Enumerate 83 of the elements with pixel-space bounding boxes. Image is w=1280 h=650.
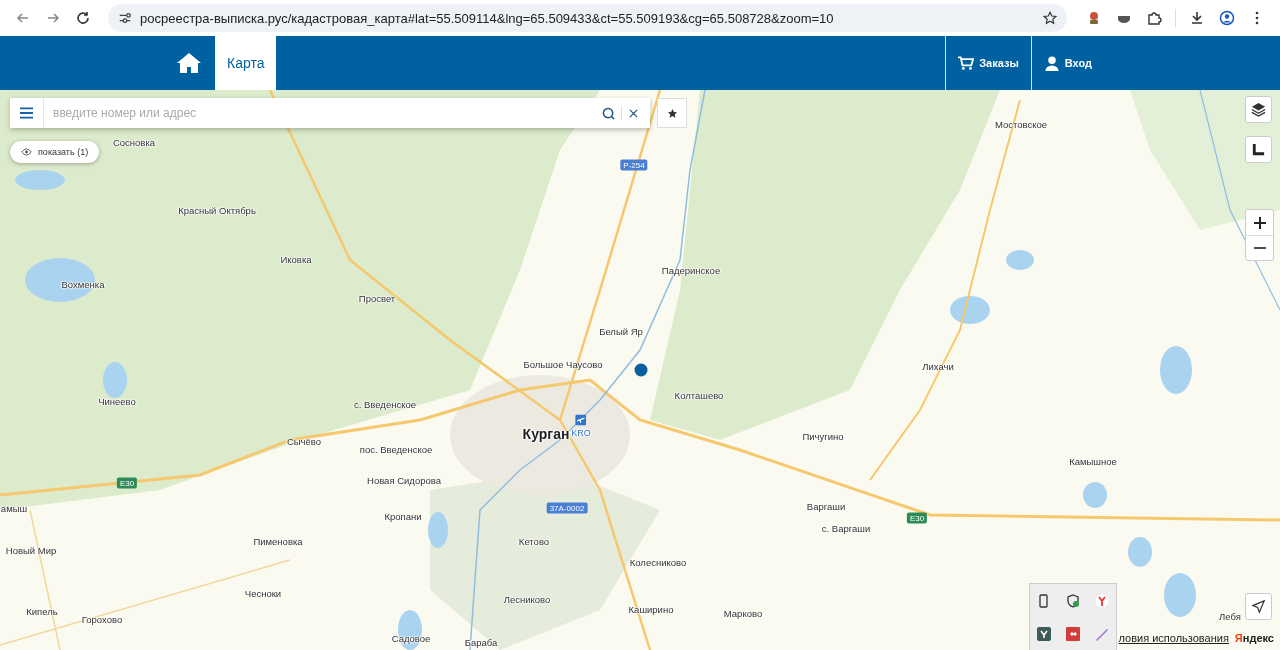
place-label: Новый Мир (5, 544, 57, 556)
place-label: Пичугино (802, 430, 844, 442)
place-label: Сосновка (112, 136, 156, 148)
place-label: с. Введенское (354, 398, 416, 410)
location-marker[interactable] (634, 363, 648, 377)
place-label: Красный Октябрь (178, 204, 256, 216)
place-label: Кетово (518, 535, 550, 547)
place-label: Иковка (280, 253, 312, 265)
plus-icon (1253, 216, 1266, 229)
place-label: Колесниково (629, 556, 687, 568)
place-label: Лесниково (503, 593, 551, 605)
pen-icon[interactable] (1094, 627, 1109, 642)
place-label: Камышное (1069, 455, 1117, 467)
messenger-icon[interactable] (1037, 627, 1052, 642)
search-bar[interactable]: введите номер или адрес (10, 98, 650, 128)
bookmark-star-icon[interactable] (1043, 11, 1057, 25)
place-label: KRO (571, 414, 591, 438)
lake (1164, 573, 1196, 617)
place-label: Садовое (391, 632, 431, 644)
place-label: Бараба (464, 636, 498, 648)
place-label: Просвет (358, 292, 396, 304)
search-icon[interactable] (602, 106, 615, 120)
home-icon[interactable] (176, 52, 202, 74)
layers-icon (1251, 102, 1266, 117)
map-tab[interactable]: Карта (215, 36, 277, 90)
user-icon (1043, 55, 1060, 71)
terms-link[interactable]: ловия использования (1118, 632, 1229, 644)
menu-button[interactable] (10, 98, 44, 128)
layers-button[interactable] (1245, 96, 1272, 123)
lake (1006, 250, 1034, 270)
place-label: Новая Сидорова (367, 474, 441, 486)
airport-icon (575, 414, 587, 426)
site-settings-icon[interactable] (118, 11, 132, 25)
place-label: Кропани (384, 510, 422, 522)
lake (950, 296, 990, 324)
lake (1160, 346, 1192, 394)
road-sign: 37А-0002 (546, 502, 588, 514)
star-icon (666, 107, 678, 119)
geolocation-button[interactable] (1245, 593, 1272, 620)
lake (428, 512, 448, 548)
remote-desktop-icon[interactable] (1066, 627, 1080, 642)
shield-icon[interactable] (1066, 593, 1080, 608)
show-button[interactable]: показать (1) (10, 141, 100, 163)
place-label: Сычёво (286, 435, 322, 447)
road-sign: E30 (906, 512, 928, 524)
place-label: Кипель (26, 605, 58, 617)
place-label: амыш (0, 502, 28, 514)
download-icon[interactable] (1189, 10, 1205, 26)
place-label: Горохово (81, 613, 123, 625)
place-label: Курган (522, 426, 570, 442)
road-sign: Р-254 (620, 159, 648, 171)
eye-icon (21, 148, 32, 156)
place-label: Варгаши (806, 500, 846, 512)
place-label: Падеринское (661, 264, 721, 276)
ruler-button[interactable] (1245, 136, 1272, 163)
url-text: росреестра-выписка.рус/кадастровая_карта#lat=55.509114&lng=65.509433&ct=55.509193&cg=65.508728&zoom=10 (140, 10, 834, 26)
place-label: Чесноки (244, 587, 282, 599)
reload-icon[interactable] (75, 10, 91, 26)
place-label: пос. Введенское (359, 443, 433, 455)
browser-icon[interactable] (1094, 593, 1109, 608)
menu-icon (20, 107, 33, 119)
place-label: Колташево (674, 389, 724, 401)
close-icon[interactable] (629, 108, 638, 118)
place-label: Чинеево (98, 395, 136, 407)
favorites-button[interactable] (657, 98, 687, 128)
lake (1128, 537, 1152, 567)
navigation-arrow-icon (1251, 599, 1266, 614)
place-label: с. Варгаши (821, 522, 871, 534)
place-label: Белый Яр (599, 325, 643, 337)
lake (1083, 482, 1107, 508)
address-bar[interactable]: росреестра-выписка.рус/кадастровая_карта#lat=55.509114&lng=65.509433&ct=55.509193&cg=65.508728&zoom=10 (108, 4, 1067, 32)
place-label: Пименовка (253, 535, 303, 547)
place-label: Вохменка (61, 278, 105, 290)
extensions-puzzle-icon[interactable] (1146, 10, 1162, 26)
place-label: Марково (723, 607, 763, 619)
lake (15, 170, 65, 190)
lake (103, 362, 127, 398)
map-logo: Яндекс (1234, 632, 1274, 644)
cart-icon (958, 55, 975, 71)
ruler-icon (1251, 142, 1266, 157)
place-label: Лебя (1219, 610, 1241, 622)
profile-icon[interactable] (1219, 10, 1235, 26)
road-sign: E30 (116, 477, 138, 489)
